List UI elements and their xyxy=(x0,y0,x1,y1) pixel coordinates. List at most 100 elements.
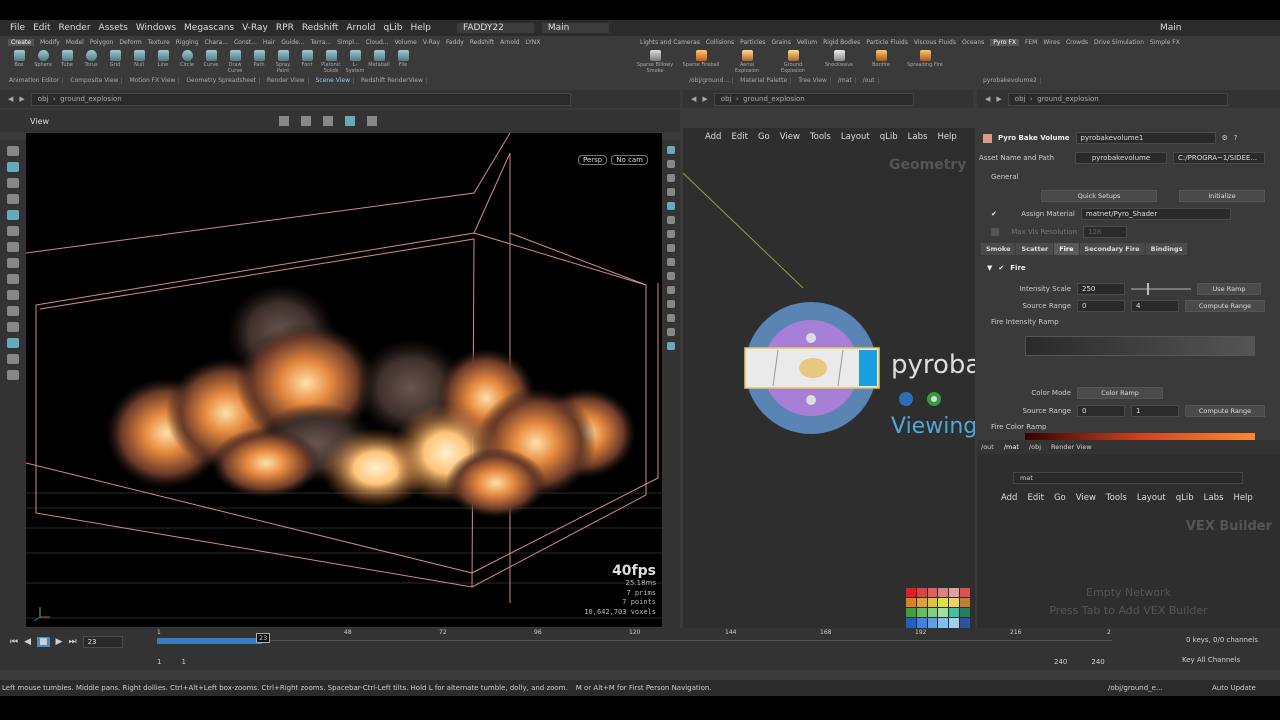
vex-tab-render-view[interactable]: Render View xyxy=(1051,443,1092,451)
camera-menu[interactable]: No cam xyxy=(611,155,648,165)
tab-secondary-fire[interactable]: Secondary Fire xyxy=(1079,243,1145,255)
shelf-tab-pyrofx[interactable]: Pyro FX xyxy=(990,38,1019,46)
tool-file[interactable]: File xyxy=(392,48,414,74)
shelf-tab[interactable]: Particles xyxy=(740,39,765,46)
tool-grid[interactable]: Grid xyxy=(104,48,126,74)
tool-aerial-explosion[interactable]: Aerial Explosion xyxy=(728,48,766,74)
options-icon[interactable] xyxy=(667,328,675,336)
vex-builder-pane[interactable]: /out /mat /obj Render View mat Add Edit … xyxy=(977,440,1280,648)
shelf-tab[interactable]: Crowds xyxy=(1066,39,1088,46)
shelf-tab[interactable]: Wires xyxy=(1043,39,1060,46)
shelf-tab[interactable]: Lights and Cameras xyxy=(640,39,700,46)
color-swatch[interactable] xyxy=(916,588,927,598)
menu-redshift[interactable]: Redshift xyxy=(302,23,339,33)
intensity-field[interactable]: 250 xyxy=(1077,283,1125,295)
intensity-ramp-editor[interactable] xyxy=(1025,336,1255,356)
color-swatch[interactable] xyxy=(960,588,970,598)
shelf-tab[interactable]: Volume xyxy=(395,39,417,46)
general-section[interactable]: General xyxy=(991,173,1019,181)
shelf-tab[interactable]: FEM xyxy=(1025,39,1037,46)
vex-menu-edit[interactable]: Edit xyxy=(1027,493,1043,503)
shelf-tab[interactable]: Faddy xyxy=(446,39,464,46)
paint-tool-icon[interactable] xyxy=(7,258,19,268)
user-menu[interactable]: FADDY22 xyxy=(456,23,534,33)
menu-file[interactable]: File xyxy=(10,23,25,33)
uv-icon[interactable] xyxy=(667,258,675,266)
pane-tab[interactable]: Animation Editor xyxy=(6,76,64,84)
ghost-icon[interactable] xyxy=(667,174,675,182)
vex-path-field[interactable]: mat xyxy=(1013,472,1243,484)
key-all-channels-menu[interactable]: Key All Channels xyxy=(1182,656,1240,664)
view-tool-icon[interactable] xyxy=(7,146,19,156)
play-back-icon[interactable]: ◀ xyxy=(24,637,31,647)
color-swatch[interactable] xyxy=(960,618,970,628)
shelf-tab[interactable]: Create xyxy=(8,38,34,46)
tool-circle[interactable]: Circle xyxy=(176,48,198,74)
assign-checkbox[interactable]: ✔ xyxy=(991,210,997,218)
camera-icon[interactable] xyxy=(667,314,675,322)
menu-help[interactable]: Help xyxy=(410,23,431,33)
path-field[interactable]: obj › ground_explosion xyxy=(30,92,571,106)
color-swatch[interactable] xyxy=(906,588,916,598)
compute-range-button[interactable]: Compute Range xyxy=(1185,300,1265,312)
snap-tool-icon[interactable] xyxy=(7,306,19,316)
tool-font[interactable]: Font xyxy=(296,48,318,74)
tab-bindings[interactable]: Bindings xyxy=(1145,243,1188,255)
path-field[interactable]: obj › ground_explosion xyxy=(713,92,914,106)
max-vis-checkbox[interactable] xyxy=(991,228,999,236)
menu-qlib[interactable]: qLib xyxy=(384,23,403,33)
flip-tool-icon[interactable] xyxy=(7,290,19,300)
menu-rpr[interactable]: RPR xyxy=(276,23,294,33)
source2-max-field[interactable]: 1 xyxy=(1131,405,1179,417)
color-swatch[interactable] xyxy=(906,598,916,608)
persp-menu[interactable]: Persp xyxy=(578,155,608,165)
shelf-tab[interactable]: Deform xyxy=(119,39,141,46)
normal-icon[interactable] xyxy=(667,244,675,252)
tool-null[interactable]: Null xyxy=(128,48,150,74)
tab-fire[interactable]: Fire xyxy=(1054,243,1079,255)
move-tool-icon[interactable] xyxy=(7,178,19,188)
pane-tab[interactable]: /mat xyxy=(835,76,856,84)
pane-tab-scene-view[interactable]: Scene View xyxy=(313,76,354,84)
tool-lsystem[interactable]: L-System xyxy=(344,48,366,74)
shelf-tab[interactable]: Cloud... xyxy=(366,39,389,46)
back-arrow-icon[interactable]: ◀ xyxy=(691,95,696,103)
status-path[interactable]: /obj/ground_e... xyxy=(1108,684,1163,692)
color-swatch[interactable] xyxy=(949,608,960,618)
menu-windows[interactable]: Windows xyxy=(136,23,176,33)
node-name-field[interactable]: pyrobakevolume1 xyxy=(1075,132,1216,144)
globe-tool-icon[interactable] xyxy=(7,354,19,364)
first-frame-icon[interactable]: ⏮ xyxy=(10,637,18,647)
back-arrow-icon[interactable]: ◀ xyxy=(985,95,990,103)
last-frame-icon[interactable]: ⏭ xyxy=(68,637,76,647)
brush-tool-icon[interactable] xyxy=(7,274,19,284)
shelf-tab[interactable]: Const... xyxy=(234,39,257,46)
color-swatch[interactable] xyxy=(906,618,916,628)
start-frame[interactable]: 1 xyxy=(157,658,161,666)
vex-tab-out[interactable]: /out xyxy=(981,443,994,451)
forward-arrow-icon[interactable]: ▶ xyxy=(996,95,1001,103)
scale-tool-icon[interactable] xyxy=(7,210,19,220)
stop-icon[interactable]: ■ xyxy=(37,637,50,647)
vex-menu-labs[interactable]: Labs xyxy=(1204,493,1224,503)
shelf-tab[interactable]: Arnold xyxy=(500,39,519,46)
network-editor[interactable]: Add Edit Go View Tools Layout qLib Labs … xyxy=(683,128,975,648)
scene-viewport[interactable]: Persp No cam 40fps 25.18ms 7 prims 7 poi… xyxy=(26,133,662,627)
shelf-tab[interactable]: Modify xyxy=(40,39,60,46)
intensity-slider[interactable] xyxy=(1131,283,1191,295)
tool-line[interactable]: Line xyxy=(152,48,174,74)
pane-tab[interactable]: Render View xyxy=(264,76,309,84)
shelf-tab[interactable]: Grains xyxy=(771,39,790,46)
pane-tab[interactable]: Tree View xyxy=(795,76,831,84)
shelf-tab[interactable]: LYNX xyxy=(526,39,541,46)
max-vis-field[interactable]: 128 xyxy=(1083,226,1127,238)
menu-arnold[interactable]: Arnold xyxy=(346,23,375,33)
color-swatch[interactable] xyxy=(960,608,970,618)
tool-spreading-fire[interactable]: Spreading Fire xyxy=(904,48,946,74)
select-tool-icon[interactable] xyxy=(7,162,19,172)
color-swatch[interactable] xyxy=(916,618,927,628)
end-frame-2[interactable]: 240 xyxy=(1091,658,1104,666)
tool-draw-curve[interactable]: Draw Curve xyxy=(224,48,246,74)
tool-bonfire[interactable]: Bonfire xyxy=(866,48,896,74)
color-swatch[interactable] xyxy=(949,588,960,598)
